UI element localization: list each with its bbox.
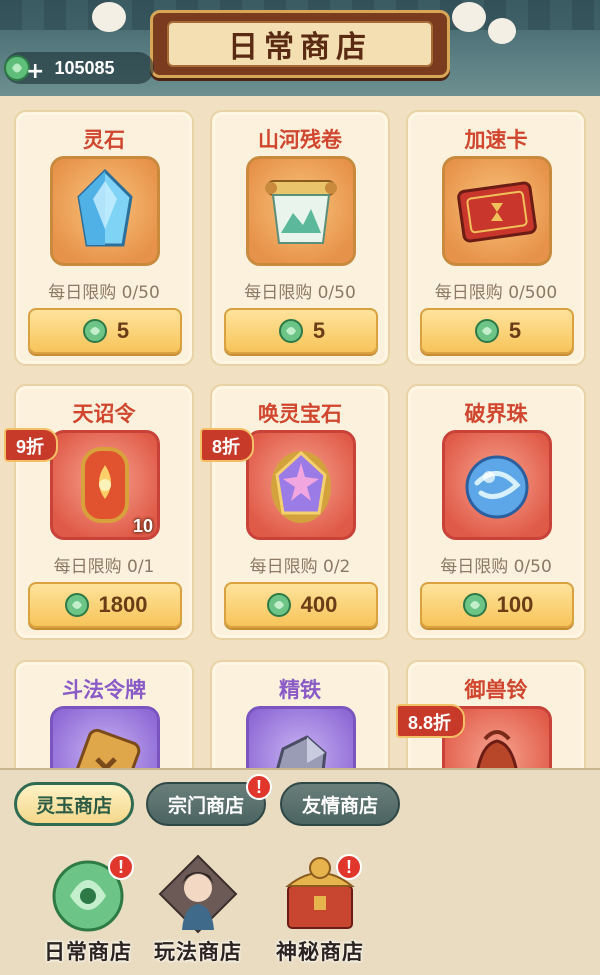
buy-button[interactable]: 5: [224, 308, 378, 354]
bun-mascot-right: [452, 2, 486, 32]
buy-button[interactable]: 5: [28, 308, 182, 354]
purchase-limit: 每日限购 0/500: [434, 283, 558, 303]
item-icon-frame: [246, 430, 356, 540]
item-price: 5: [312, 318, 326, 343]
shop-item-card[interactable]: 唤灵宝石 8折 每日限购 0/2 400: [200, 384, 390, 640]
item-quantity: 10: [132, 516, 153, 536]
bottom-navigation: 灵玉商店 宗门商店 ! 友情商店 ! 日常商店 玩法商店 ! 神秘商店: [0, 768, 600, 975]
character-portrait-icon: [158, 854, 238, 934]
item-price: 400: [300, 592, 338, 617]
tab-daily-shop[interactable]: ! 日常商店: [28, 850, 148, 972]
tab-mystery-shop[interactable]: ! 神秘商店: [260, 850, 380, 972]
item-icon-frame: 10: [50, 430, 160, 540]
subtab-friendship-shop[interactable]: 友情商店: [280, 782, 400, 826]
shop-item-card[interactable]: 天诏令 10 9折 每日限购 0/1 1800: [4, 384, 194, 640]
item-price: 1800: [98, 592, 148, 617]
subtab-label: 友情商店: [301, 794, 378, 817]
maintab-label: 日常商店: [44, 939, 132, 964]
shop-item-card[interactable]: 破界珠 每日限购 0/50 100: [406, 384, 586, 640]
purchase-limit: 每日限购 0/50: [244, 283, 356, 303]
summon-gem-icon: [271, 450, 331, 523]
maintab-label: 玩法商店: [154, 939, 242, 964]
item-icon-frame: [50, 156, 160, 266]
shop-item-card[interactable]: 山河残卷 每日限购 0/50 5: [210, 110, 390, 366]
speed-card-icon: [457, 181, 537, 243]
shop-item-card[interactable]: 灵石 每日限购 0/50 5: [14, 110, 194, 366]
item-name: 灵石: [83, 128, 125, 152]
iron-ore-icon: [276, 735, 327, 768]
discount-badge: 8.8折: [396, 704, 466, 738]
buy-button[interactable]: 400: [224, 582, 378, 628]
item-price: 5: [116, 318, 130, 343]
shop-item-card[interactable]: 加速卡 每日限购 0/500 5: [406, 110, 586, 366]
item-icon-frame: [442, 430, 552, 540]
header: 日常商店 + 105085: [0, 0, 600, 96]
jade-coin-icon: [266, 593, 291, 617]
scroll-icon: [265, 180, 337, 244]
item-icon-frame: [50, 706, 160, 768]
item-name: 加速卡: [464, 128, 528, 152]
item-name: 斗法令牌: [62, 678, 146, 702]
shop-item-card[interactable]: 御兽铃 8.8折: [396, 660, 586, 768]
jade-coin-icon: [82, 319, 107, 343]
item-name: 精铁: [279, 678, 321, 702]
realm-orb-icon: [465, 455, 529, 519]
currency-display[interactable]: + 105085: [4, 52, 154, 84]
purchase-limit: 每日限购 0/2: [249, 557, 351, 577]
item-icon-frame: [246, 706, 356, 768]
alert-badge-icon: !: [246, 774, 272, 800]
subtab-label: 灵玉商店: [35, 794, 112, 817]
purchase-limit: 每日限购 0/50: [48, 283, 160, 303]
add-currency-icon[interactable]: +: [26, 59, 44, 84]
jade-coin-icon: [474, 319, 499, 343]
subtab-label: 宗门商店: [167, 794, 244, 817]
shop-item-card[interactable]: 精铁: [210, 660, 390, 768]
jade-coin-icon: [462, 593, 487, 617]
tab-gameplay-shop[interactable]: 玩法商店: [138, 850, 258, 972]
buy-button[interactable]: 100: [420, 582, 574, 628]
maintab-label: 神秘商店: [276, 939, 364, 964]
page-title: 日常商店: [228, 30, 372, 65]
bun-mascot-left: [92, 2, 126, 32]
item-name: 破界珠: [464, 402, 528, 426]
item-name: 唤灵宝石: [258, 402, 342, 426]
duel-token-icon: [69, 728, 141, 768]
alert-badge-icon: !: [108, 854, 134, 880]
shop-grid: 灵石 每日限购 0/50 5 山河残卷 每日限购 0/50 5 加速卡 每日限购…: [0, 96, 600, 768]
purchase-limit: 每日限购 0/1: [53, 557, 155, 577]
title-plaque: 日常商店: [150, 10, 450, 78]
buy-button[interactable]: 5: [420, 308, 574, 354]
spirit-stone-icon: [77, 168, 133, 247]
alert-badge-icon: !: [336, 854, 362, 880]
item-name: 山河残卷: [258, 128, 342, 152]
item-price: 100: [496, 592, 534, 617]
subtab-jade-shop[interactable]: 灵玉商店: [14, 782, 134, 826]
shop-item-card[interactable]: 斗法令牌: [14, 660, 194, 768]
buy-button[interactable]: 1800: [28, 582, 182, 628]
discount-badge: 9折: [4, 428, 59, 462]
purchase-limit: 每日限购 0/50: [440, 557, 552, 577]
discount-badge: 8折: [200, 428, 255, 462]
jade-coin-icon: [278, 319, 303, 343]
bun-mascot-right-small: [488, 18, 516, 44]
item-name: 天诏令: [72, 402, 136, 426]
item-icon-frame: [442, 156, 552, 266]
item-name: 御兽铃: [464, 678, 528, 702]
item-icon-frame: [246, 156, 356, 266]
item-price: 5: [508, 318, 522, 343]
currency-amount: 105085: [54, 57, 115, 78]
jade-coin-icon: [64, 593, 89, 617]
